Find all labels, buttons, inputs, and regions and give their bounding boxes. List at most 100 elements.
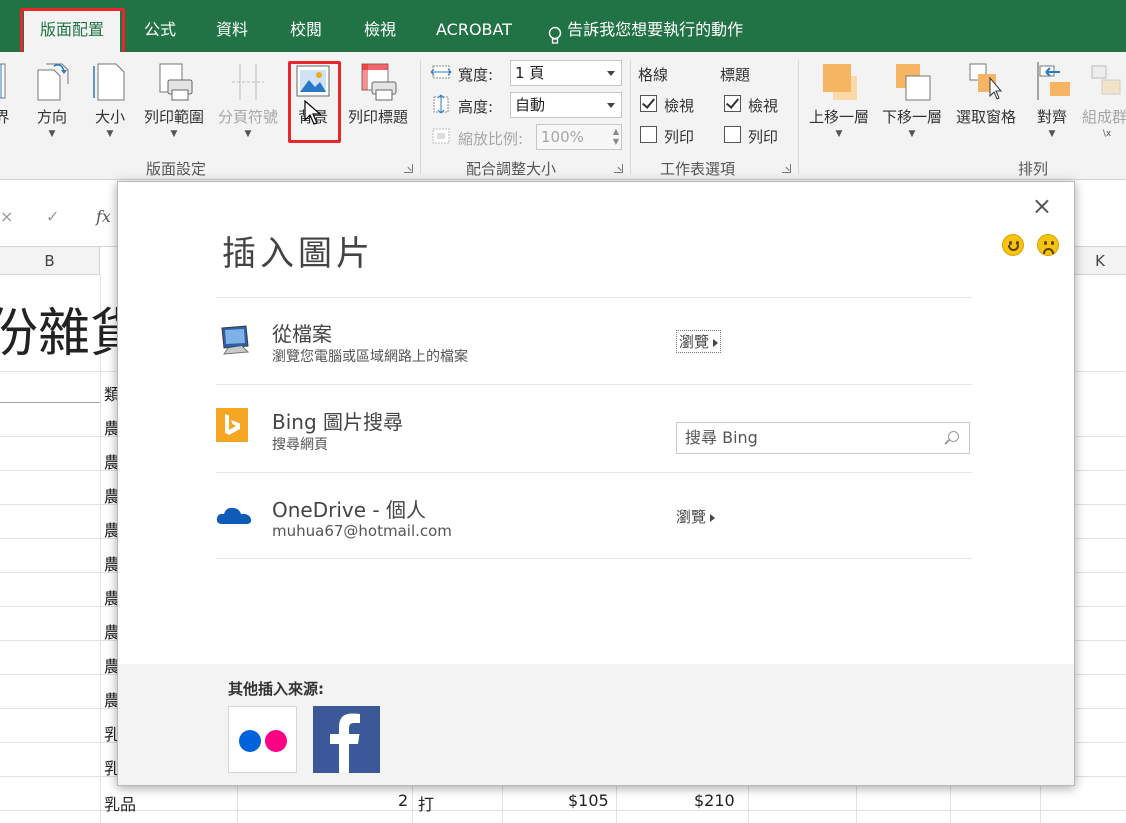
group-objects-label: 組成群 (1082, 108, 1126, 126)
print-area-button[interactable]: 列印範圍 ▼ (140, 60, 208, 160)
selection-pane-label: 選取窗格 (955, 108, 1016, 126)
gridline (0, 402, 100, 403)
gridlines-print-label: 列印 (664, 128, 695, 146)
source-bing[interactable]: Bing 圖片搜尋 搜尋網頁 搜尋 Bing (216, 388, 972, 474)
group-objects-icon (1088, 60, 1126, 102)
tab-formulas[interactable]: 公式 (132, 10, 188, 52)
enter-icon[interactable]: ✓ (46, 207, 59, 226)
browse-label: 瀏覽 (679, 333, 710, 351)
gridlines-view-label: 檢視 (664, 97, 695, 115)
frown-feedback-icon[interactable] (1037, 234, 1059, 256)
gridlines-print-checkbox[interactable] (640, 126, 657, 143)
height-label: 高度: (458, 98, 494, 116)
width-label: 寬度: (458, 66, 494, 84)
breaks-button[interactable]: 分頁符號 ▼ (214, 60, 282, 160)
size-button[interactable]: 大小 ▼ (88, 60, 132, 160)
align-icon (1032, 60, 1072, 102)
bring-forward-button[interactable]: 上移一層 ▼ (806, 60, 872, 160)
other-sources-label: 其他插入來源: (228, 680, 324, 698)
quantity-cell[interactable]: 2 (398, 791, 408, 810)
ribbon-tab-bar: 版面配置 公式 資料 校閱 檢視 ACROBAT 告訴我您想要執行的動作 (0, 0, 1126, 52)
breaks-icon (228, 60, 268, 102)
search-icon[interactable] (948, 431, 959, 442)
total-cell[interactable]: $210 (694, 791, 735, 810)
size-icon (90, 60, 130, 102)
send-backward-button[interactable]: 下移一層 ▼ (878, 60, 946, 160)
align-label: 對齊 (1036, 108, 1067, 126)
browse-label: 瀏覽 (676, 508, 707, 526)
chevron-down-icon (607, 71, 615, 76)
bing-search-placeholder: 搜尋 Bing (685, 428, 758, 447)
chevron-down-icon: ▼ (106, 129, 114, 139)
ribbon: 界 方向 ▼ 大小 ▼ 列印範圍 ▼ 分頁符號 ▼ 背景 (0, 52, 1126, 180)
tab-data[interactable]: 資料 (204, 10, 260, 52)
column-header-b[interactable]: B (0, 247, 100, 275)
facebook-icon[interactable] (313, 706, 380, 773)
insert-function-icon[interactable]: fx (96, 207, 111, 226)
headings-view-label: 檢視 (748, 97, 779, 115)
scale-spinner[interactable]: 100% ▲ ▼ (536, 124, 622, 150)
column-header-k[interactable]: K (1074, 247, 1126, 275)
chevron-down-icon: ▼ (908, 129, 916, 139)
computer-icon (218, 324, 252, 356)
group-label-arrange: 排列 (1018, 160, 1049, 178)
group-separator (630, 60, 631, 174)
chevron-down-icon (607, 103, 615, 108)
group-label-scale-to-fit: 配合調整大小 (466, 160, 557, 178)
flickr-icon[interactable] (228, 706, 297, 773)
orientation-button[interactable]: 方向 ▼ (28, 60, 76, 160)
tab-review[interactable]: 校閱 (278, 10, 334, 52)
source-from-file[interactable]: 從檔案 瀏覽您電腦或區域網路上的檔案 瀏覽 (216, 300, 972, 386)
scale-value: 100% (541, 128, 584, 146)
gridlines-view-checkbox[interactable] (640, 95, 657, 112)
align-button[interactable]: 對齊 ▼ (1030, 60, 1074, 160)
margins-button[interactable]: 界 (0, 60, 12, 160)
group-separator (798, 60, 799, 174)
page-setup-launcher-icon[interactable] (404, 164, 413, 173)
browse-file-link[interactable]: 瀏覽 (676, 330, 722, 353)
headings-view-checkbox[interactable] (724, 95, 741, 112)
chevron-down-icon: ▼ (244, 129, 252, 139)
dialog-title: 插入圖片 (222, 234, 374, 274)
gridline (0, 810, 1126, 811)
margins-icon (0, 60, 9, 102)
divider (216, 297, 972, 298)
onedrive-icon (216, 504, 252, 526)
spinner-arrows-icon: ▲ ▼ (612, 127, 619, 146)
width-select[interactable]: 1 頁 (510, 60, 622, 86)
bing-search-input[interactable]: 搜尋 Bing (676, 422, 970, 454)
height-select[interactable]: 自動 (510, 92, 622, 118)
print-titles-button[interactable]: 列印標題 (344, 60, 412, 160)
cancel-icon[interactable]: × (0, 207, 13, 226)
source-subtitle: 瀏覽您電腦或區域網路上的檔案 (272, 349, 468, 365)
scale-to-fit-launcher-icon[interactable] (614, 164, 623, 173)
print-area-icon (154, 60, 194, 102)
close-icon[interactable]: × (1032, 192, 1052, 220)
headings-print-checkbox[interactable] (724, 126, 741, 143)
smile-feedback-icon[interactable] (1002, 234, 1024, 256)
width-value: 1 頁 (515, 64, 545, 82)
tell-me-label: 告訴我您想要執行的動作 (567, 20, 744, 39)
bing-icon (216, 408, 248, 442)
headings-label: 標題 (720, 66, 751, 84)
browse-onedrive-link[interactable]: 瀏覽 (676, 506, 716, 527)
chevron-down-icon: ▼ (48, 129, 56, 139)
selection-pane-button[interactable]: 選取窗格 (950, 60, 1022, 160)
breaks-label: 分頁符號 (217, 108, 278, 126)
price-cell[interactable]: $105 (568, 791, 609, 810)
print-titles-label: 列印標題 (347, 108, 408, 126)
width-icon (430, 62, 452, 82)
sheet-options-launcher-icon[interactable] (782, 164, 791, 173)
tab-view[interactable]: 檢視 (352, 10, 408, 52)
gridlines-label: 格線 (638, 66, 669, 84)
source-onedrive[interactable]: OneDrive - 個人 muhua67@hotmail.com 瀏覽 (216, 476, 972, 562)
tab-acrobat[interactable]: ACROBAT (428, 10, 520, 52)
category-cell[interactable]: 乳品 (104, 791, 136, 815)
unit-cell[interactable]: 打 (418, 791, 434, 815)
group-objects-button[interactable]: 組成群 \x (1082, 60, 1126, 160)
scale-icon (430, 126, 452, 146)
source-title: Bing 圖片搜尋 (272, 410, 404, 434)
tell-me-search[interactable]: 告訴我您想要執行的動作 (548, 10, 764, 52)
bring-forward-label: 上移一層 (808, 108, 869, 126)
headings-print-label: 列印 (748, 128, 779, 146)
